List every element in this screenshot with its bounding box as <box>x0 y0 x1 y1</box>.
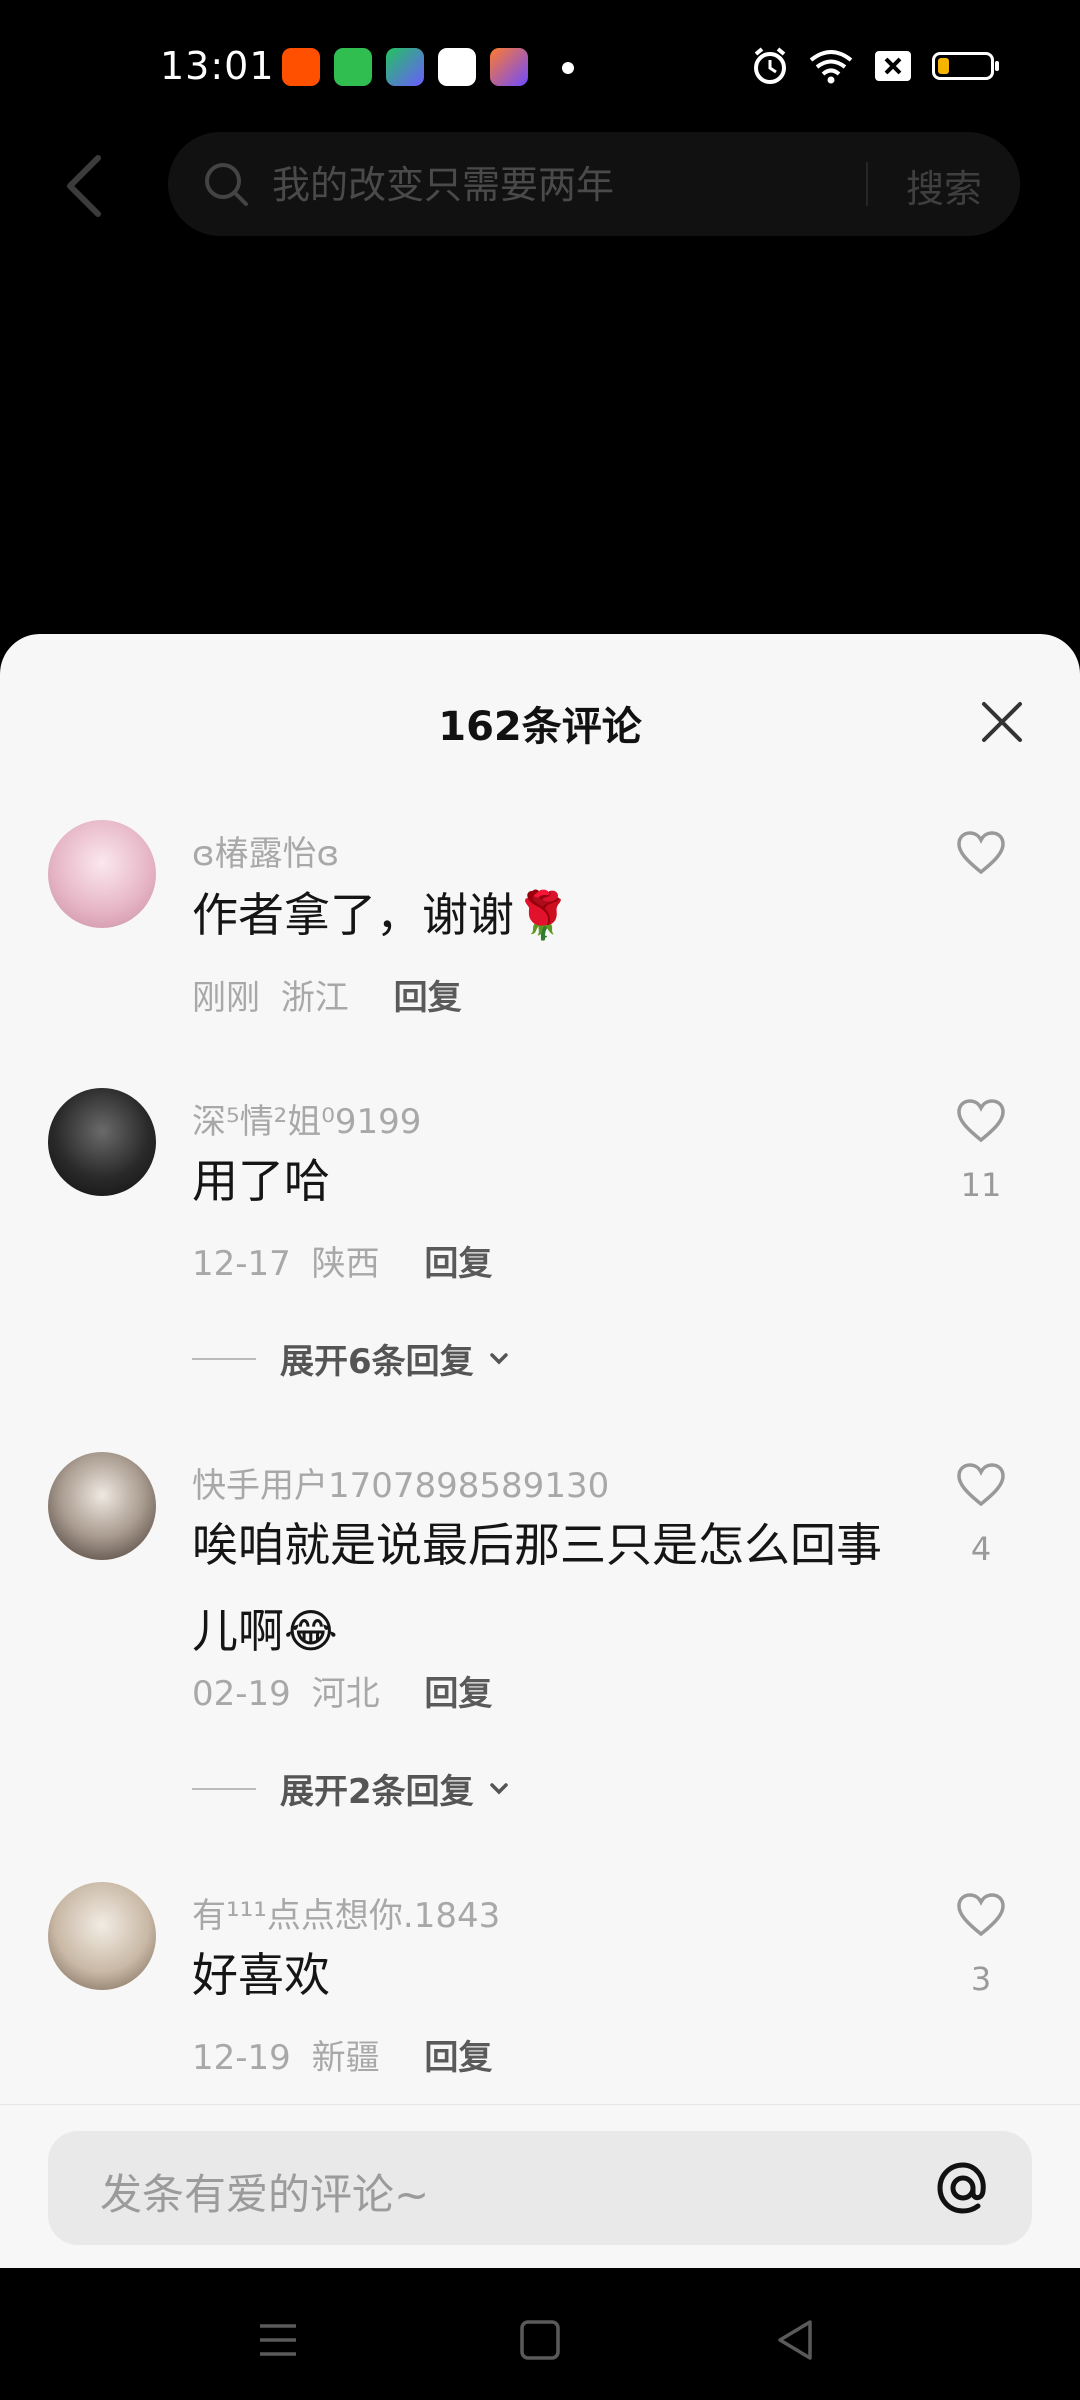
comment-location: 河北 <box>311 1674 380 1714</box>
status-time: 13:01 <box>160 44 275 88</box>
expand-replies-label: 展开2条回复 <box>280 1772 474 1812</box>
reply-button[interactable]: 回复 <box>424 1674 492 1714</box>
comment-location: 陕西 <box>311 1244 380 1284</box>
wifi-icon <box>809 50 853 84</box>
avatar[interactable] <box>48 820 156 928</box>
battery-level <box>938 58 949 74</box>
battery-icon <box>932 52 999 80</box>
avatar[interactable] <box>48 1088 156 1196</box>
like-heart-icon[interactable] <box>956 830 1006 876</box>
search-icon <box>205 163 248 206</box>
chevron-down-icon <box>489 1352 508 1364</box>
notification-icons <box>282 48 528 86</box>
alarm-icon <box>754 47 786 84</box>
comment-text: 唉咱就是说最后那三只是怎么回事儿啊😂 <box>192 1518 882 1658</box>
back-button[interactable] <box>56 150 112 222</box>
comment-input-bar: 发条有爱的评论~ <box>0 2104 1080 2269</box>
avatar[interactable] <box>48 1882 156 1990</box>
comment-date: 12-17 <box>192 1244 291 1284</box>
comments-sheet: 162条评论 ɞ椿露怡ɞ 作者拿了，谢谢🌹 刚刚 浙江 回复 深⁵情²姐⁰919… <box>0 634 1080 2268</box>
comment-date: 02-19 <box>192 1674 291 1714</box>
comment-meta: 12-17 陕西 回复 <box>192 1236 492 1285</box>
like-heart-icon[interactable] <box>956 1892 1006 1938</box>
comment-username[interactable]: ɞ椿露怡ɞ <box>192 826 339 875</box>
reply-button[interactable]: 回复 <box>424 1244 492 1284</box>
menu-icon[interactable] <box>250 2312 306 2368</box>
kuaishou-app-icon <box>282 48 320 86</box>
system-navigation-bar <box>0 2268 1080 2400</box>
like-count: 4 <box>970 1530 992 1568</box>
comment-date: 刚刚 <box>192 978 260 1018</box>
comment-location: 新疆 <box>311 2038 380 2078</box>
comment-username[interactable]: 有¹¹¹点点想你.1843 <box>192 1888 500 1937</box>
comment-input[interactable]: 发条有爱的评论~ <box>48 2131 1032 2245</box>
comment-meta: 02-19 河北 回复 <box>192 1666 492 1715</box>
close-icon[interactable] <box>978 698 1026 746</box>
expand-replies-button[interactable]: 展开2条回复 <box>192 1764 514 1813</box>
shortcut-app-icon <box>490 48 528 86</box>
chevron-down-icon <box>489 1782 508 1794</box>
search-input[interactable] <box>270 156 1014 214</box>
comment-text: 用了哈 <box>192 1154 330 1208</box>
reply-button[interactable]: 回复 <box>394 978 462 1018</box>
expand-replies-label: 展开6条回复 <box>280 1342 474 1382</box>
avatar[interactable] <box>48 1452 156 1560</box>
expand-divider <box>192 1357 256 1360</box>
comments-count-title: 162条评论 <box>438 704 642 750</box>
more-notifications-dot <box>562 62 574 74</box>
reply-button[interactable]: 回复 <box>424 2038 492 2078</box>
status-bar: 13:01 <box>0 0 1080 130</box>
search-button[interactable]: 搜索 <box>906 158 982 213</box>
comment-date: 12-19 <box>192 2038 291 2078</box>
search-divider <box>866 162 868 206</box>
comment-username[interactable]: 深⁵情²姐⁰9199 <box>192 1094 421 1143</box>
comment-location: 浙江 <box>280 978 349 1018</box>
comment-text: 作者拿了，谢谢🌹 <box>192 888 572 942</box>
no-sim-icon <box>875 51 911 81</box>
like-heart-icon[interactable] <box>956 1098 1006 1144</box>
system-icons <box>752 46 999 86</box>
play-app-icon <box>438 48 476 86</box>
comment-input-placeholder: 发条有爱的评论~ <box>100 2170 430 2219</box>
comment-meta: 刚刚 浙江 回复 <box>192 970 462 1019</box>
comment-meta: 12-19 新疆 回复 <box>192 2030 492 2079</box>
mention-at-icon[interactable] <box>932 2157 994 2219</box>
back-triangle-icon[interactable] <box>768 2312 824 2368</box>
expand-replies-button[interactable]: 展开6条回复 <box>192 1334 514 1383</box>
home-square-icon[interactable] <box>512 2312 568 2368</box>
comment-text: 好喜欢 <box>192 1948 330 2002</box>
comment-username[interactable]: 快手用户1707898589130 <box>192 1458 609 1507</box>
shopping-app-icon <box>334 48 372 86</box>
iqiyi-app-icon <box>386 48 424 86</box>
expand-divider <box>192 1787 256 1790</box>
search-bar[interactable]: 搜索 <box>168 132 1020 236</box>
like-count: 11 <box>960 1166 1002 1204</box>
like-heart-icon[interactable] <box>956 1462 1006 1508</box>
like-count: 3 <box>970 1960 992 1998</box>
